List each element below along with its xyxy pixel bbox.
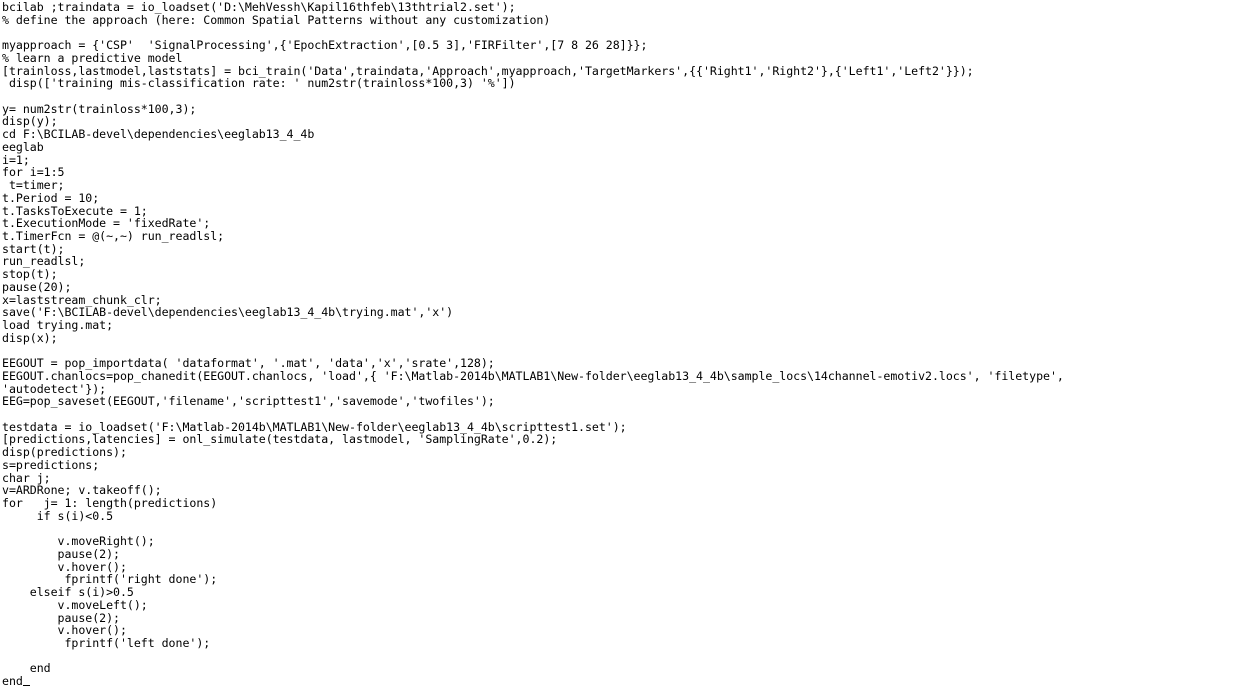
code-line[interactable]: % learn a predictive model [2, 52, 1236, 65]
code-line[interactable]: stop(t); [2, 268, 1236, 281]
code-line[interactable]: % define the approach (here: Common Spat… [2, 13, 1236, 27]
code-line[interactable]: cd F:\BCILAB-devel\dependencies\eeglab13… [2, 128, 1236, 141]
code-line[interactable]: v.moveRight(); [2, 535, 1236, 548]
code-line[interactable]: end [2, 662, 1236, 675]
code-line[interactable]: pause(2); [2, 611, 1236, 625]
code-line[interactable]: y= num2str(trainloss*100,3); [2, 103, 1236, 116]
code-line[interactable]: for i=1:5 [2, 166, 1236, 179]
code-line[interactable]: disp(predictions); [2, 446, 1236, 459]
code-line[interactable]: EEGOUT.chanlocs=pop_chanedit(EEGOUT.chan… [2, 370, 1236, 383]
code-line[interactable]: eeglab [2, 141, 1236, 154]
code-line[interactable]: disp(x); [2, 331, 1236, 345]
code-line[interactable]: t=timer; [2, 179, 1236, 192]
code-line[interactable]: t.Period = 10; [2, 192, 1236, 205]
code-line[interactable]: i=1; [2, 153, 1236, 167]
code-line[interactable]: [predictions,latencies] = onl_simulate(t… [2, 433, 1236, 446]
code-line[interactable]: disp(['training mis-classification rate:… [2, 77, 1236, 90]
code-line[interactable]: end [2, 675, 1236, 688]
code-line[interactable] [2, 522, 1236, 535]
code-line[interactable]: run_readlsl; [2, 255, 1236, 268]
code-line[interactable]: elseif s(i)>0.5 [2, 586, 1236, 599]
code-line[interactable]: EEG=pop_saveset(EEGOUT,'filename','scrip… [2, 395, 1236, 408]
code-line[interactable]: bcilab ;traindata = io_loadset('D:\MehVe… [2, 1, 1236, 14]
code-line-list: bcilab ;traindata = io_loadset('D:\MehVe… [0, 0, 1236, 688]
code-line[interactable] [2, 650, 1236, 663]
code-line[interactable]: pause(20); [2, 281, 1236, 294]
code-line[interactable] [2, 408, 1236, 421]
code-line[interactable]: t.TimerFcn = @(~,~) run_readlsl; [2, 230, 1236, 243]
code-line[interactable]: fprintf('right done'); [2, 573, 1236, 586]
text-cursor [22, 676, 30, 687]
code-line[interactable]: for j= 1: length(predictions) [2, 497, 1236, 510]
code-line[interactable]: char j; [2, 471, 1236, 485]
code-line[interactable]: v.moveLeft(); [2, 599, 1236, 612]
code-line[interactable] [2, 90, 1236, 103]
code-line[interactable]: start(t); [2, 242, 1236, 256]
code-line[interactable]: load trying.mat; [2, 319, 1236, 332]
code-line[interactable]: save('F:\BCILAB-devel\dependencies\eegla… [2, 306, 1236, 319]
code-line[interactable]: s=predictions; [2, 459, 1236, 472]
code-line[interactable]: pause(2); [2, 548, 1236, 561]
code-line[interactable]: if s(i)<0.5 [2, 510, 1236, 523]
code-line[interactable]: fprintf('left done'); [2, 637, 1236, 650]
code-line[interactable]: EEGOUT = pop_importdata( 'dataformat', '… [2, 357, 1236, 370]
code-editor[interactable]: bcilab ;traindata = io_loadset('D:\MehVe… [0, 0, 1236, 690]
code-line[interactable]: myapproach = {'CSP' 'SignalProcessing',{… [2, 39, 1236, 52]
